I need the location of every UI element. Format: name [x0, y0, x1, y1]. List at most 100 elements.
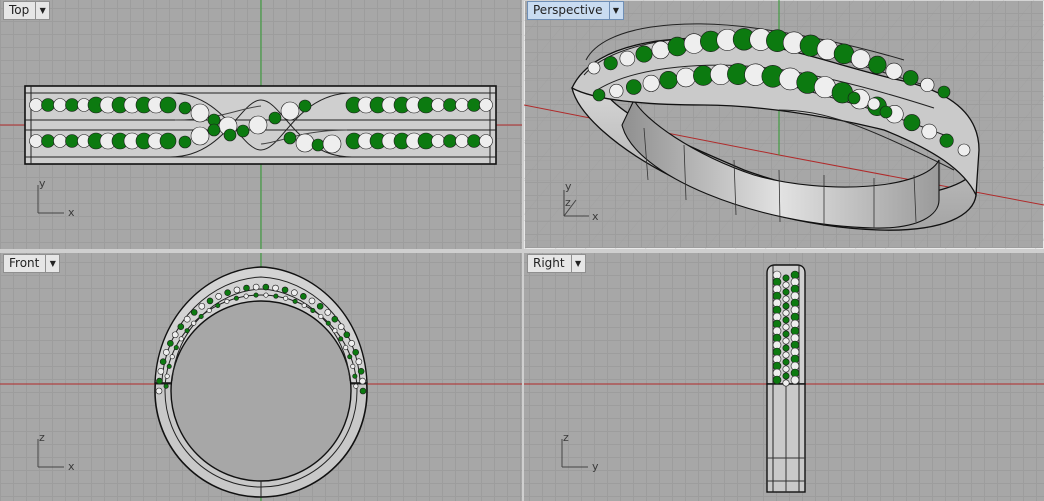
green-gem [667, 36, 688, 57]
green-gem [782, 344, 790, 352]
viewport-perspective[interactable]: Perspective ▼ y z x [524, 0, 1044, 249]
white-gem [263, 292, 269, 298]
green-gem [352, 349, 359, 356]
viewport-tab-perspective[interactable]: Perspective ▼ [527, 1, 624, 20]
green-gem [236, 124, 250, 138]
viewport-title-right: Right [533, 256, 565, 270]
axis-label-y: y [592, 460, 599, 473]
green-gem [177, 323, 185, 330]
white-gem [224, 298, 230, 304]
white-gem [53, 134, 67, 148]
green-gem [338, 336, 344, 342]
white-gem [642, 74, 660, 92]
white-gem [431, 134, 445, 148]
green-gem [159, 132, 177, 150]
viewport-top[interactable]: Top ▼ y x [0, 0, 522, 249]
white-gem [164, 373, 170, 379]
white-gem [198, 302, 206, 310]
green-gem [224, 289, 231, 296]
white-gem [455, 98, 469, 112]
green-gem [833, 43, 855, 65]
green-gem [443, 98, 457, 112]
white-gem [957, 143, 971, 157]
axis-label-z: z [565, 196, 571, 209]
green-gem [659, 71, 678, 90]
green-gem [443, 134, 457, 148]
perspective-view-canvas[interactable]: y z x [524, 0, 1044, 249]
white-gem [53, 98, 67, 112]
white-gem [782, 309, 790, 317]
white-gem [183, 315, 191, 323]
green-gem [292, 298, 298, 304]
green-gem [300, 293, 307, 300]
green-gem [331, 315, 339, 323]
green-gem [283, 131, 297, 145]
white-gem [322, 134, 342, 154]
dropdown-arrow-icon[interactable]: ▼ [608, 2, 623, 19]
dropdown-arrow-icon[interactable]: ▼ [35, 2, 49, 19]
white-gem [359, 377, 366, 385]
green-gem [65, 134, 79, 148]
white-gem [651, 40, 670, 60]
green-gem [939, 133, 954, 148]
green-gem [206, 297, 214, 305]
green-gem [782, 372, 790, 380]
viewport-tab-right[interactable]: Right ▼ [527, 254, 586, 273]
front-view-canvas[interactable]: z x [0, 253, 522, 501]
right-view-canvas[interactable]: z y [524, 253, 1044, 501]
dropdown-arrow-icon[interactable]: ▼ [45, 255, 59, 272]
green-gem [625, 79, 642, 95]
white-gem [308, 297, 316, 305]
viewport-tab-top[interactable]: Top ▼ [3, 1, 51, 20]
viewport-right[interactable]: Right ▼ z y [524, 253, 1044, 501]
green-gem [467, 98, 481, 112]
green-gem [178, 135, 192, 149]
green-gem [902, 70, 919, 86]
viewport-front[interactable]: Front ▼ z x [0, 253, 522, 501]
viewport-title-top: Top [9, 3, 30, 17]
green-gem [311, 138, 325, 152]
axis-label-x: x [592, 210, 599, 223]
green-gem [223, 128, 237, 142]
white-gem [782, 351, 790, 359]
green-gem [41, 134, 55, 148]
white-gem [191, 320, 197, 326]
white-gem [29, 98, 43, 112]
white-gem [850, 49, 871, 69]
green-gem [190, 309, 198, 316]
white-gem [155, 387, 163, 395]
white-gem [921, 123, 938, 140]
green-gem [198, 313, 204, 319]
white-gem [215, 293, 222, 300]
green-gem [166, 363, 172, 369]
green-gem [772, 375, 782, 385]
white-gem [169, 354, 175, 360]
white-gem [171, 331, 179, 339]
white-gem [343, 345, 349, 351]
top-view-canvas[interactable]: y x [0, 0, 522, 249]
ring-profile-front [154, 266, 368, 498]
green-gem [163, 383, 169, 389]
white-gem [885, 62, 903, 80]
white-gem [782, 295, 790, 303]
white-gem [291, 289, 298, 296]
green-gem [159, 96, 177, 114]
green-gem [156, 377, 163, 385]
axis-label-y: y [565, 180, 572, 193]
viewport-tab-front[interactable]: Front ▼ [3, 254, 61, 273]
axis-label-x: x [68, 206, 75, 219]
white-gem [190, 126, 210, 146]
white-gem [348, 340, 355, 347]
white-gem [609, 83, 624, 98]
green-gem [253, 292, 259, 298]
white-gem [233, 286, 241, 294]
white-gem [324, 309, 332, 316]
white-gem [163, 349, 170, 356]
viewport-title-front: Front [9, 256, 40, 270]
dropdown-arrow-icon[interactable]: ▼ [570, 255, 585, 272]
white-gem [782, 379, 790, 387]
green-gem [215, 302, 221, 308]
green-gem [159, 358, 167, 365]
white-gem [431, 98, 445, 112]
white-gem [920, 77, 935, 92]
